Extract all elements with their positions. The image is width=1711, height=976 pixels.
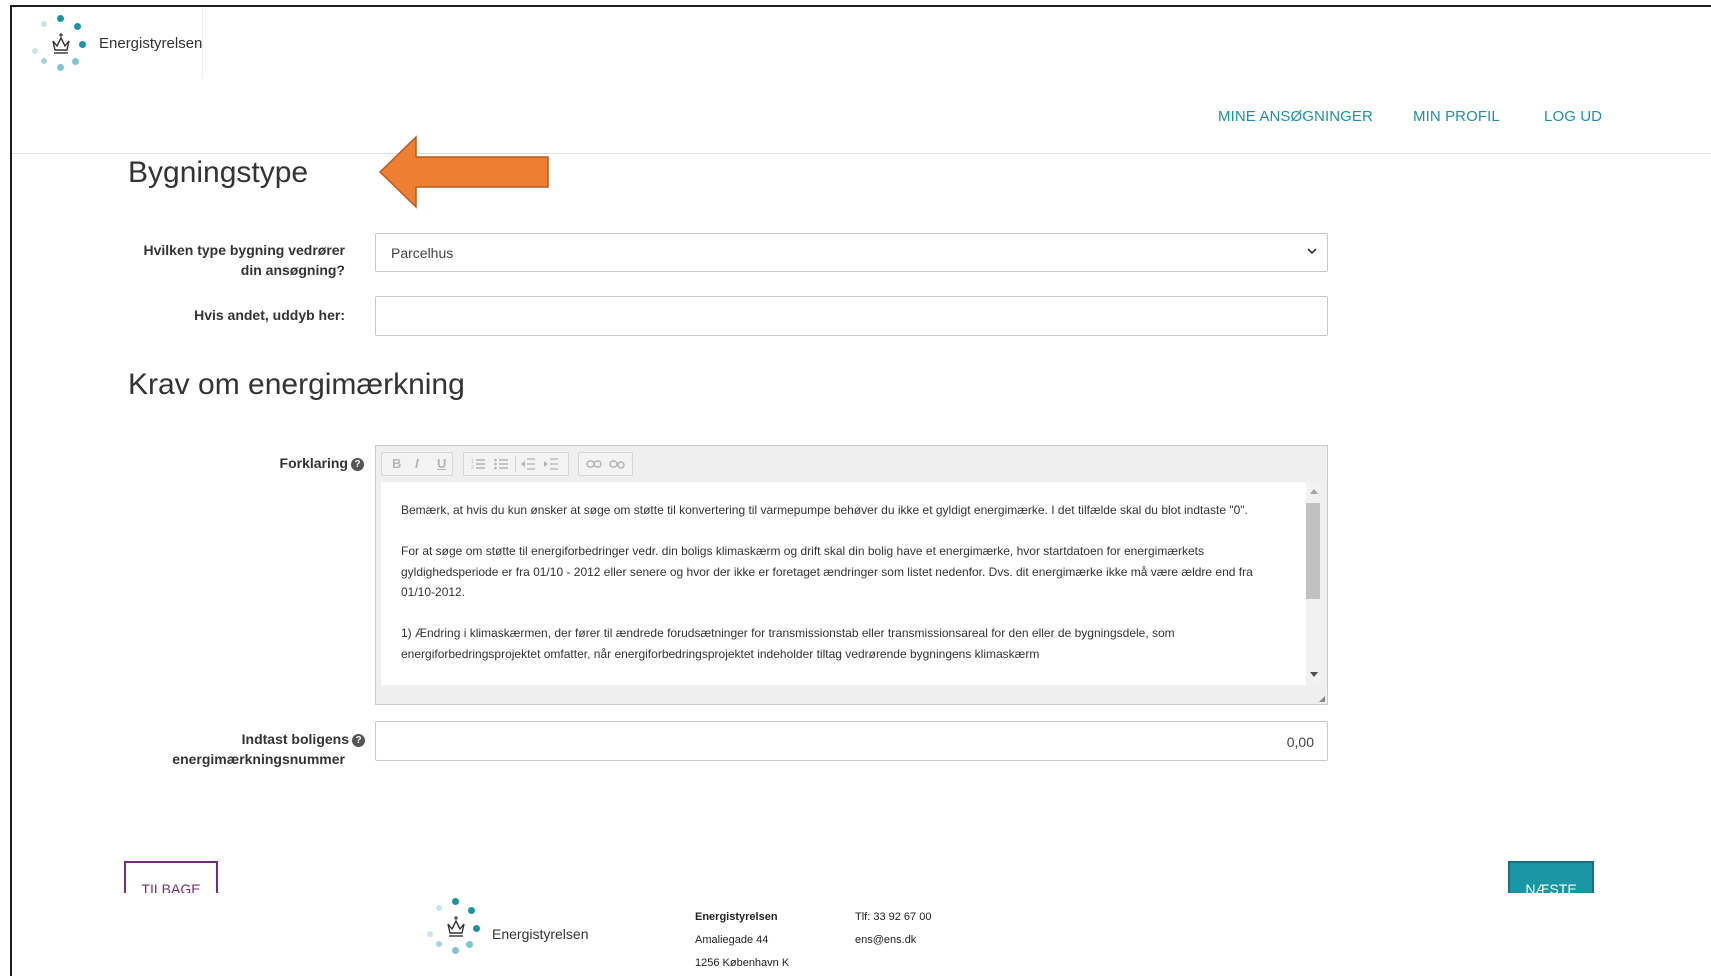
footer: Energistyrelsen Energistyrelsen Amaliega… — [12, 893, 1711, 976]
explanation-text: Bemærk, at hvis du kun ønsker at søge om… — [401, 500, 1281, 685]
format-toolbar-group: B I U — [381, 452, 453, 476]
chevron-down-icon — [1307, 248, 1317, 255]
bold-icon[interactable]: B — [392, 456, 401, 471]
help-icon[interactable]: ? — [352, 734, 365, 747]
logo-dot — [72, 58, 79, 65]
logo-dot — [41, 21, 47, 27]
explanation-paragraph: 1) Ændring i klimaskærmen, der fører til… — [401, 626, 1175, 661]
other-input[interactable] — [375, 296, 1328, 336]
toolbar-separator — [515, 456, 516, 472]
help-icon[interactable]: ? — [351, 458, 364, 471]
logo-dot — [436, 905, 442, 911]
editor-scrollbar[interactable] — [1306, 482, 1323, 685]
logo-dot — [57, 64, 64, 71]
logo-dot — [74, 23, 81, 30]
scroll-down-icon[interactable] — [1310, 672, 1318, 677]
link-toolbar-group — [578, 452, 633, 476]
resize-handle-icon[interactable] — [1319, 696, 1325, 702]
explanation-label: Forklaring — [279, 455, 348, 471]
logo-dot — [79, 41, 86, 48]
italic-icon[interactable]: I — [415, 456, 419, 471]
nav-my-profile[interactable]: MIN PROFIL — [1413, 108, 1500, 125]
ordered-list-icon[interactable]: 12 — [471, 458, 485, 470]
energy-number-input[interactable]: 0,00 — [375, 721, 1328, 761]
energy-number-value: 0,00 — [1286, 734, 1314, 750]
footer-street: Amaliegade 44 — [695, 934, 769, 946]
building-type-label: Hvilken type bygning vedrører din ansøgn… — [143, 242, 346, 278]
section-title-building-type: Bygningstype — [128, 156, 309, 189]
nav-logout[interactable]: LOG UD — [1544, 108, 1602, 125]
logo-text: Energistyrelsen — [99, 35, 203, 52]
building-type-value: Parcelhus — [391, 245, 454, 261]
logo-dot — [57, 15, 64, 22]
explanation-label-row: Forklaring? — [220, 453, 364, 473]
unlink-icon[interactable] — [609, 459, 625, 469]
logo[interactable]: Energistyrelsen — [22, 8, 203, 78]
svg-text:2: 2 — [471, 465, 474, 470]
scroll-up-icon[interactable] — [1310, 489, 1318, 494]
logo-dot — [452, 947, 459, 954]
energy-number-label-line1: Indtast boligens — [241, 731, 349, 747]
indent-icon[interactable] — [544, 458, 558, 470]
editor-content-area[interactable]: Bemærk, at hvis du kun ønsker at søge om… — [381, 482, 1323, 685]
logo-dot — [32, 48, 38, 54]
scroll-thumb[interactable] — [1306, 503, 1320, 599]
energy-number-label-line2: energimærkningsnummer — [172, 751, 345, 767]
footer-logo-text: Energistyrelsen — [492, 926, 589, 942]
footer-email[interactable]: ens@ens.dk — [855, 934, 916, 946]
annotation-arrow-icon — [378, 135, 549, 209]
logo-dot — [452, 898, 459, 905]
logo-dot — [41, 58, 47, 64]
other-label: Hvis andet, uddyb her: — [194, 307, 345, 323]
building-type-select[interactable]: Parcelhus — [375, 233, 1328, 272]
crown-icon — [52, 33, 70, 54]
explanation-editor[interactable]: B I U 12 Bemærk, at hvis du kun ønsker a… — [375, 445, 1328, 705]
list-toolbar-group: 12 — [463, 452, 569, 476]
footer-address: Energistyrelsen Amaliegade 44 1256 Køben… — [695, 906, 789, 975]
underline-icon[interactable]: U — [437, 456, 446, 471]
nav-my-applications[interactable]: MINE ANSØGNINGER — [1218, 108, 1373, 125]
footer-org: Energistyrelsen — [695, 911, 778, 923]
logo-dot — [436, 941, 442, 947]
explanation-paragraph: Bemærk, at hvis du kun ønsker at søge om… — [401, 503, 1248, 517]
crown-icon — [447, 916, 465, 937]
bullet-list-icon[interactable] — [494, 458, 508, 470]
outdent-icon[interactable] — [521, 458, 535, 470]
section-title-energy-label: Krav om energimærkning — [128, 368, 465, 401]
logo-dot — [427, 931, 433, 937]
explanation-paragraph: For at søge om støtte til energiforbedri… — [401, 544, 1253, 599]
footer-city: 1256 København K — [695, 957, 790, 969]
logo-dot — [466, 941, 473, 948]
link-icon[interactable] — [586, 459, 602, 469]
footer-contact: Tlf: 33 92 67 00 ens@ens.dk — [855, 906, 931, 952]
energy-number-label: Indtast boligens? energimærkningsnummer — [150, 729, 365, 769]
footer-phone: Tlf: 33 92 67 00 — [855, 911, 932, 923]
header-divider — [12, 153, 1711, 154]
logo-dot — [468, 907, 475, 914]
logo-dot — [473, 925, 480, 932]
